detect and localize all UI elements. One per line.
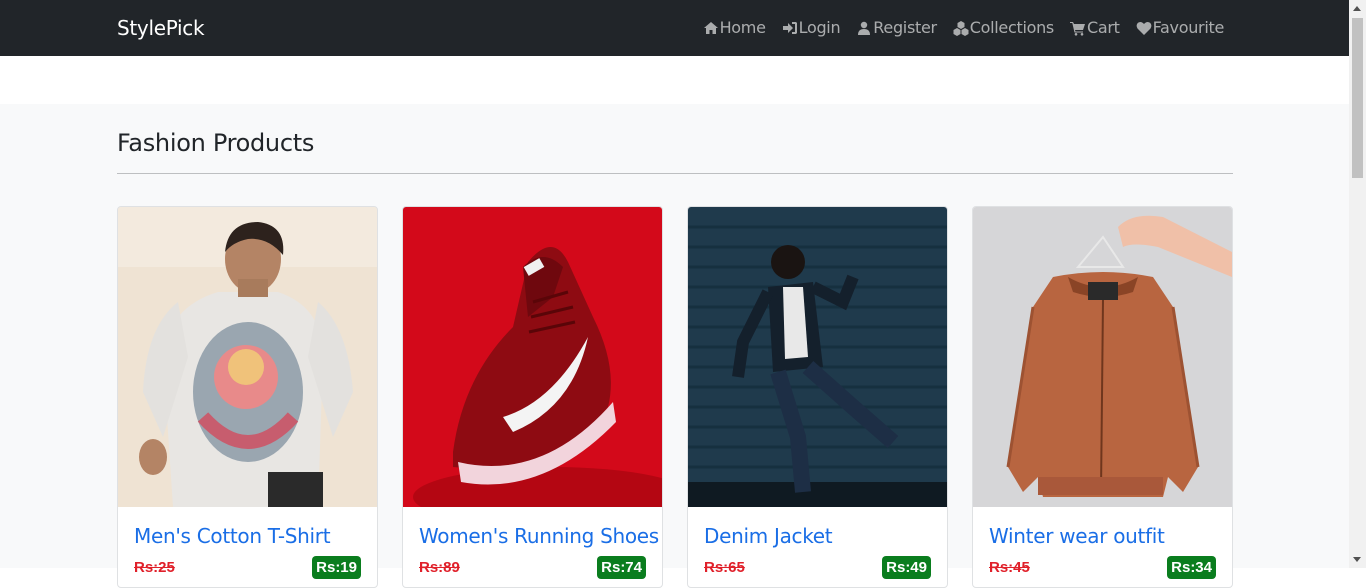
nav-login[interactable]: Login (782, 18, 841, 37)
product-name[interactable]: Denim Jacket (704, 524, 833, 548)
product-card[interactable]: Denim Jacket Rs:65 Rs:49 (687, 206, 948, 588)
cubes-icon (953, 20, 969, 36)
nav-collections-label: Collections (969, 18, 1054, 37)
denim-jacket-photo[interactable] (688, 207, 947, 507)
cart-icon (1069, 21, 1085, 36)
nav-cart-label: Cart (1086, 18, 1120, 37)
scroll-down-icon[interactable] (1353, 557, 1361, 562)
nav-favourite-label: Favourite (1152, 18, 1225, 37)
nav-register[interactable]: Register (856, 18, 937, 37)
product-grid: Men's Cotton T-Shirt Rs:25 Rs:19 Women's… (117, 206, 1233, 588)
page-title: Fashion Products (117, 129, 315, 157)
scroll-thumb[interactable] (1352, 18, 1363, 178)
product-name[interactable]: Winter wear outfit (989, 524, 1165, 548)
nav-cart[interactable]: Cart (1069, 18, 1120, 37)
brand-logo[interactable]: StylePick (117, 16, 205, 40)
product-card[interactable]: Women's Running Shoes Rs:89 Rs:74 (402, 206, 663, 588)
tshirt-photo[interactable] (118, 207, 377, 507)
product-name[interactable]: Women's Running Shoes (419, 524, 659, 548)
vertical-scrollbar[interactable] (1349, 0, 1366, 568)
products-section: Fashion Products Men's Cotton T-Shirt Rs… (0, 104, 1349, 588)
user-icon (858, 21, 871, 35)
nav-register-label: Register (873, 18, 937, 37)
top-spacer (0, 56, 1349, 104)
product-card[interactable]: Men's Cotton T-Shirt Rs:25 Rs:19 (117, 206, 378, 588)
nav-collections[interactable]: Collections (953, 18, 1054, 37)
product-name[interactable]: Men's Cotton T-Shirt (134, 524, 331, 548)
divider (117, 173, 1233, 174)
nav-home[interactable]: Home (703, 18, 766, 37)
sign-in-icon (782, 21, 797, 34)
winter-jacket-photo[interactable] (973, 207, 1232, 507)
nav-home-label: Home (719, 18, 766, 37)
scroll-up-icon[interactable] (1353, 6, 1361, 11)
navbar: StylePick Home Login Register Collection… (0, 0, 1349, 56)
heart-icon (1136, 21, 1151, 35)
nav-favourite[interactable]: Favourite (1136, 18, 1224, 37)
nav-links: Home Login Register Collections Cart Fav… (703, 18, 1224, 37)
product-card[interactable]: Winter wear outfit Rs:45 Rs:34 (972, 206, 1233, 588)
nav-login-label: Login (798, 18, 841, 37)
home-icon (703, 21, 718, 34)
running-shoe-photo[interactable] (403, 207, 662, 507)
